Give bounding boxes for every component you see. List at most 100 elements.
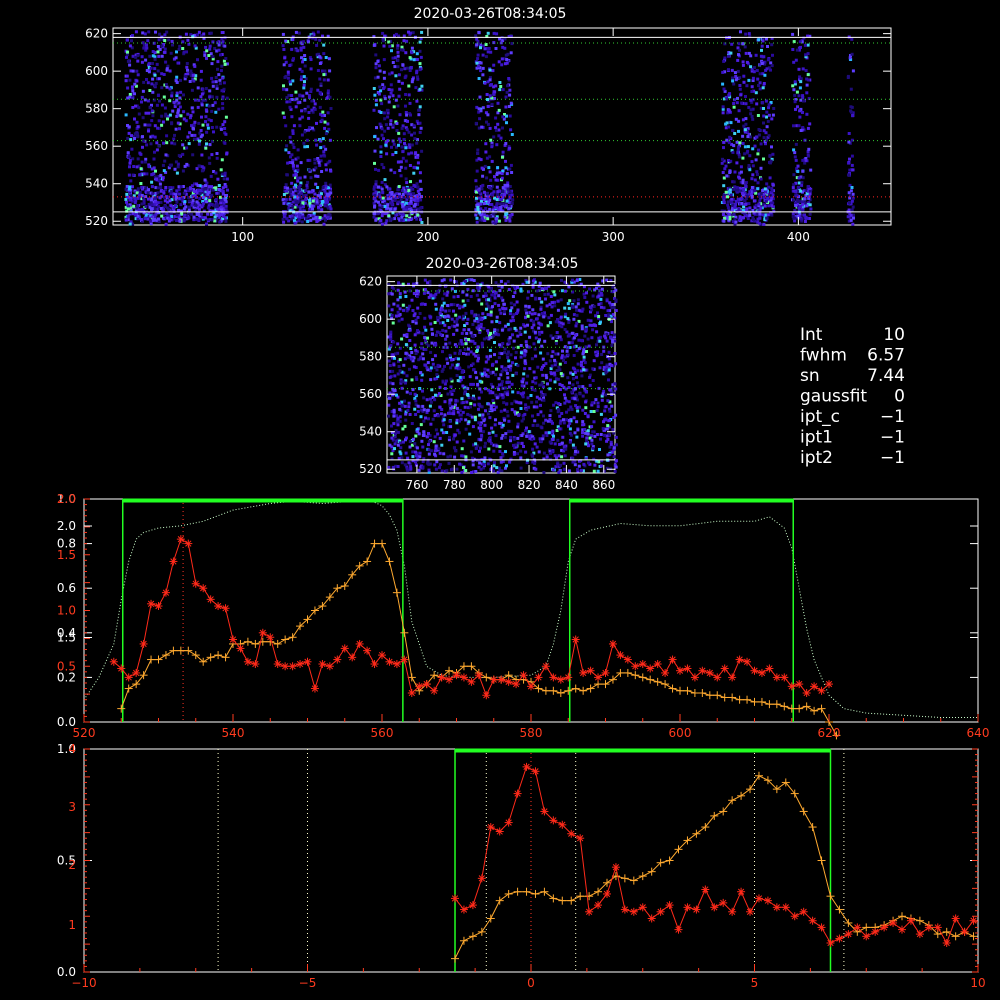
spectrogram-pixel bbox=[428, 397, 432, 401]
spectrogram-pixel bbox=[851, 168, 855, 172]
spectrogram-pixel bbox=[221, 102, 225, 106]
spectrogram-pixel bbox=[156, 191, 160, 195]
spectrogram-pixel bbox=[478, 117, 482, 121]
spectrogram-pixel bbox=[604, 314, 608, 317]
spectrogram-pixel bbox=[153, 196, 157, 200]
spectrogram-pixel bbox=[538, 281, 542, 285]
spectrogram-pixel bbox=[168, 186, 172, 189]
spectrogram-pixel bbox=[292, 57, 295, 61]
spectrogram-pixel bbox=[583, 361, 587, 365]
spectrogram-pixel bbox=[722, 146, 725, 150]
spectrogram-pixel bbox=[126, 151, 130, 155]
spectrogram-pixel bbox=[427, 440, 431, 443]
spectrogram-pixel bbox=[178, 127, 181, 131]
spectrogram-pixel bbox=[294, 30, 298, 34]
spectrogram-pixel bbox=[216, 177, 220, 181]
spectrogram-pixel bbox=[536, 365, 540, 369]
spectrogram-pixel bbox=[806, 73, 810, 77]
spectrogram-pixel bbox=[733, 71, 737, 75]
spectrogram-pixel bbox=[468, 432, 472, 436]
spectrogram-pixel bbox=[540, 311, 544, 315]
spectrogram-pixel bbox=[487, 447, 491, 451]
spectrogram-pixel bbox=[483, 367, 487, 371]
spectrogram-pixel bbox=[486, 197, 489, 201]
spectrogram-pixel bbox=[595, 286, 598, 290]
spectrogram-pixel bbox=[602, 365, 606, 369]
spectrogram-pixel bbox=[771, 182, 775, 186]
spectrogram-pixel bbox=[586, 429, 590, 433]
spectrogram-pixel bbox=[433, 414, 437, 418]
spectrogram-pixel bbox=[497, 134, 501, 138]
spectrogram-pixel bbox=[728, 170, 732, 174]
spectrogram-pixel bbox=[281, 32, 285, 36]
spectrogram-pixel bbox=[395, 213, 399, 217]
spectrogram-pixel bbox=[142, 80, 146, 84]
spectrogram-pixel bbox=[563, 328, 567, 331]
spectrogram-pixel bbox=[851, 114, 855, 118]
spectrogram-pixel bbox=[175, 219, 178, 222]
spectrogram-pixel bbox=[479, 69, 483, 73]
spectrogram-pixel bbox=[533, 312, 537, 316]
spectrogram-pixel bbox=[163, 195, 166, 199]
spectrogram-pixel bbox=[499, 456, 503, 460]
spectrogram-pixel bbox=[524, 403, 528, 407]
spectrogram-pixel bbox=[542, 471, 546, 474]
spectrogram-pixel bbox=[389, 122, 393, 126]
spectrogram-pixel bbox=[285, 173, 289, 177]
spectrogram-pixel bbox=[448, 436, 451, 439]
spectrogram-pixel bbox=[488, 215, 492, 219]
spectrogram-pixel bbox=[498, 421, 502, 425]
spectrogram-pixel bbox=[179, 203, 183, 207]
spectrogram-pixel bbox=[379, 155, 383, 158]
spectrogram-pixel bbox=[164, 153, 168, 157]
spectrogram-pixel bbox=[209, 203, 213, 206]
spectrogram-pixel bbox=[580, 327, 584, 331]
spectrogram-pixel bbox=[462, 328, 466, 332]
spectrogram-pixel bbox=[756, 217, 760, 221]
spectrogram-pixel bbox=[444, 342, 448, 346]
spectrogram-pixel bbox=[745, 207, 749, 211]
spectrogram-pixel bbox=[800, 183, 804, 187]
spectrogram-pixel bbox=[534, 376, 538, 380]
spectrogram-pixel bbox=[741, 63, 745, 67]
spectrogram-pixel bbox=[749, 54, 753, 58]
spectrogram-pixel bbox=[199, 69, 203, 73]
spectrogram-pixel bbox=[808, 122, 812, 126]
spectrogram-pixel bbox=[404, 177, 408, 181]
spectrogram-pixel bbox=[380, 187, 384, 191]
spectrogram-pixel bbox=[599, 433, 603, 436]
spectrogram-pixel bbox=[390, 88, 394, 92]
spectrogram-pixel bbox=[559, 315, 563, 319]
spectrogram-pixel bbox=[767, 204, 771, 208]
spectrogram-pixel bbox=[390, 49, 393, 53]
spectrogram-pixel bbox=[137, 193, 141, 197]
spectrogram-pixel bbox=[143, 32, 147, 36]
spectrogram-pixel bbox=[598, 339, 602, 343]
spectrogram-pixel bbox=[183, 213, 187, 217]
spectrogram-pixel bbox=[581, 431, 584, 435]
spectrogram-pixel bbox=[753, 189, 757, 193]
spectrogram-pixel bbox=[759, 177, 763, 181]
spectrogram-pixel bbox=[465, 293, 469, 297]
spectrogram-pixel bbox=[806, 153, 810, 157]
spectrogram-pixel bbox=[197, 121, 201, 125]
spectrogram-pixel bbox=[610, 344, 614, 347]
spectrogram-pixel bbox=[286, 70, 290, 74]
spectrogram-pixel bbox=[531, 414, 534, 418]
spectrogram-pixel bbox=[507, 77, 511, 80]
spectrogram-pixel bbox=[549, 334, 553, 338]
spectrogram-pixel bbox=[795, 90, 799, 94]
spectrogram-pixel bbox=[400, 404, 404, 408]
spectrogram-pixel bbox=[386, 109, 390, 112]
spectrogram-pixel bbox=[199, 129, 203, 132]
spectrogram-pixel bbox=[211, 84, 215, 88]
spectrogram-pixel bbox=[448, 353, 452, 357]
spectrogram-pixel bbox=[490, 293, 494, 297]
spectrogram-pixel bbox=[576, 298, 580, 302]
spectrogram-pixel bbox=[190, 133, 194, 137]
spectrogram-pixel bbox=[599, 437, 602, 441]
spectrogram-pixel bbox=[761, 36, 765, 40]
spectrogram-pixel bbox=[758, 212, 762, 216]
spectrogram-pixel bbox=[475, 220, 479, 224]
spectrogram-pixel bbox=[507, 207, 511, 211]
